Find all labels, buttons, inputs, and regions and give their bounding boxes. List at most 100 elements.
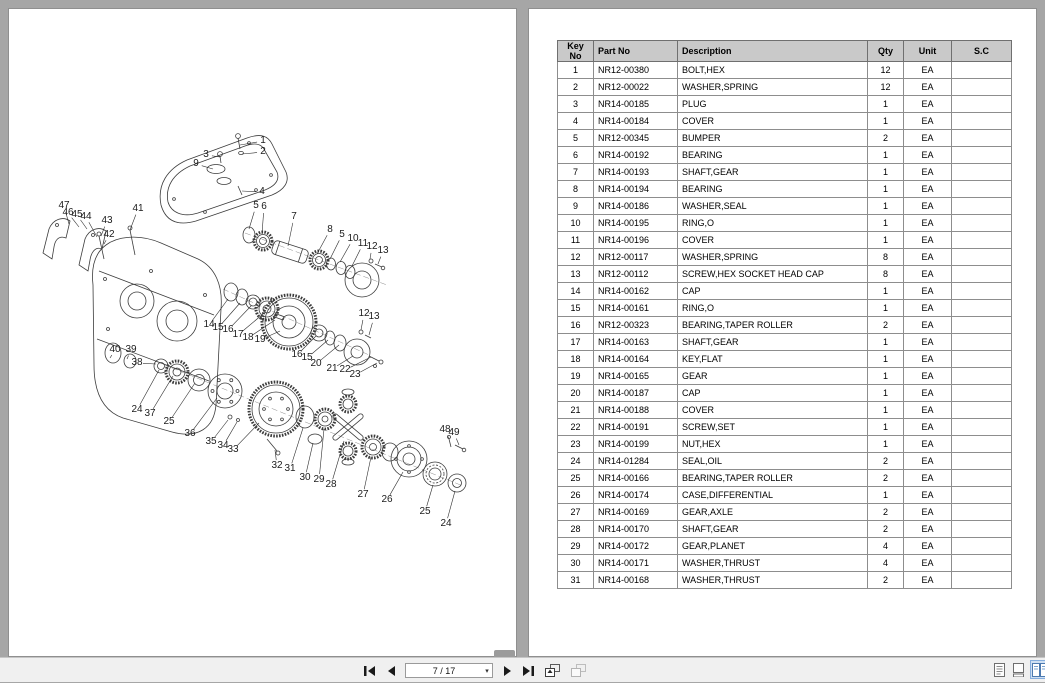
table-row: 26NR14-00174CASE,DIFFERENTIAL1EA xyxy=(558,487,1012,504)
table-cell: EA xyxy=(904,334,952,351)
table-row: 23NR14-00199NUT,HEX1EA xyxy=(558,436,1012,453)
table-cell xyxy=(952,249,1012,266)
next-page-button[interactable] xyxy=(500,664,514,678)
table-cell: 30 xyxy=(558,555,594,572)
callout-label: 23 xyxy=(349,370,360,380)
table-cell: 1 xyxy=(868,385,904,402)
table-cell: 2 xyxy=(868,130,904,147)
table-cell: COVER xyxy=(678,113,868,130)
table-cell: NR14-00169 xyxy=(594,504,678,521)
table-cell: EA xyxy=(904,181,952,198)
table-cell: 8 xyxy=(868,249,904,266)
two-page-view-icon xyxy=(1032,663,1045,677)
table-row: 30NR14-00171WASHER,THRUST4EA xyxy=(558,555,1012,572)
table-cell xyxy=(952,521,1012,538)
next-page-icon xyxy=(503,666,512,676)
table-cell xyxy=(952,62,1012,79)
table-cell xyxy=(952,164,1012,181)
two-page-view-button[interactable] xyxy=(1030,660,1045,679)
table-cell: NR14-00199 xyxy=(594,436,678,453)
callout-label: 29 xyxy=(313,475,324,485)
table-cell: 1 xyxy=(868,113,904,130)
continuous-view-button[interactable] xyxy=(1011,661,1025,678)
callout-label: 41 xyxy=(132,204,143,214)
table-cell: NR14-00163 xyxy=(594,334,678,351)
callout-label: 4 xyxy=(259,187,265,197)
table-cell: KEY,FLAT xyxy=(678,351,868,368)
table-cell: NR12-00345 xyxy=(594,130,678,147)
table-row: 4NR14-00184COVER1EA xyxy=(558,113,1012,130)
table-cell: EA xyxy=(904,317,952,334)
previous-view-button[interactable] xyxy=(544,663,561,678)
previous-page-button[interactable] xyxy=(384,664,398,678)
single-page-view-button[interactable] xyxy=(992,661,1006,678)
table-cell: NR14-00194 xyxy=(594,181,678,198)
table-cell: EA xyxy=(904,283,952,300)
table-cell: 2 xyxy=(868,521,904,538)
table-cell: NR12-00117 xyxy=(594,249,678,266)
table-cell: 11 xyxy=(558,232,594,249)
callout-label: 28 xyxy=(325,480,336,490)
table-cell xyxy=(952,368,1012,385)
table-row: 28NR14-00170SHAFT,GEAR2EA xyxy=(558,521,1012,538)
table-cell: 29 xyxy=(558,538,594,555)
parts-table-header: Key NoPart NoDescriptionQtyUnitS.C xyxy=(558,41,1012,62)
toolbar-grip-handle[interactable] xyxy=(494,650,515,657)
table-cell: 22 xyxy=(558,419,594,436)
table-cell: WASHER,SEAL xyxy=(678,198,868,215)
table-cell: 15 xyxy=(558,300,594,317)
table-cell xyxy=(952,79,1012,96)
column-header: Key No xyxy=(558,41,594,62)
table-cell: 26 xyxy=(558,487,594,504)
table-cell: WASHER,SPRING xyxy=(678,79,868,96)
table-cell: NR14-00161 xyxy=(594,300,678,317)
table-row: 1NR12-00380BOLT,HEX12EA xyxy=(558,62,1012,79)
table-row: 13NR12-00112SCREW,HEX SOCKET HEAD CAP8EA xyxy=(558,266,1012,283)
table-row: 18NR14-00164KEY,FLAT1EA xyxy=(558,351,1012,368)
table-cell: CAP xyxy=(678,283,868,300)
exploded-diagram: 1239447464544414342567851011121314151617… xyxy=(9,9,516,656)
table-cell: 3 xyxy=(558,96,594,113)
table-cell: NR14-00164 xyxy=(594,351,678,368)
table-cell: NR14-00188 xyxy=(594,402,678,419)
table-cell xyxy=(952,538,1012,555)
table-cell: 2 xyxy=(868,504,904,521)
table-cell: EA xyxy=(904,470,952,487)
table-cell: NR14-00195 xyxy=(594,215,678,232)
table-cell: COVER xyxy=(678,402,868,419)
table-cell: EA xyxy=(904,232,952,249)
table-cell: 2 xyxy=(868,317,904,334)
previous-page-icon xyxy=(387,666,396,676)
table-cell: COVER xyxy=(678,232,868,249)
table-cell: 31 xyxy=(558,572,594,589)
table-cell: EA xyxy=(904,113,952,130)
table-row: 29NR14-00172GEAR,PLANET4EA xyxy=(558,538,1012,555)
table-cell xyxy=(952,266,1012,283)
next-view-button[interactable] xyxy=(570,663,587,678)
table-cell xyxy=(952,181,1012,198)
table-cell: NR12-00022 xyxy=(594,79,678,96)
table-cell xyxy=(952,487,1012,504)
table-row: 8NR14-00194BEARING1EA xyxy=(558,181,1012,198)
table-cell: 1 xyxy=(868,96,904,113)
callout-label: 3 xyxy=(203,150,209,160)
table-cell: EA xyxy=(904,62,952,79)
table-cell: 2 xyxy=(868,572,904,589)
page-number-combobox[interactable]: 7 / 17 ▾ xyxy=(405,663,493,678)
table-cell: NUT,HEX xyxy=(678,436,868,453)
last-page-button[interactable] xyxy=(521,664,535,678)
table-cell: 20 xyxy=(558,385,594,402)
table-cell: 12 xyxy=(558,249,594,266)
table-cell: 1 xyxy=(868,368,904,385)
table-cell: NR14-00165 xyxy=(594,368,678,385)
table-cell: WASHER,THRUST xyxy=(678,572,868,589)
first-page-button[interactable] xyxy=(363,664,377,678)
table-row: 21NR14-00188COVER1EA xyxy=(558,402,1012,419)
table-cell: RING,O xyxy=(678,215,868,232)
table-cell: GEAR,AXLE xyxy=(678,504,868,521)
table-cell: EA xyxy=(904,351,952,368)
table-cell: NR12-00380 xyxy=(594,62,678,79)
callout-label: 49 xyxy=(448,428,459,438)
table-cell xyxy=(952,300,1012,317)
table-cell: NR14-00162 xyxy=(594,283,678,300)
